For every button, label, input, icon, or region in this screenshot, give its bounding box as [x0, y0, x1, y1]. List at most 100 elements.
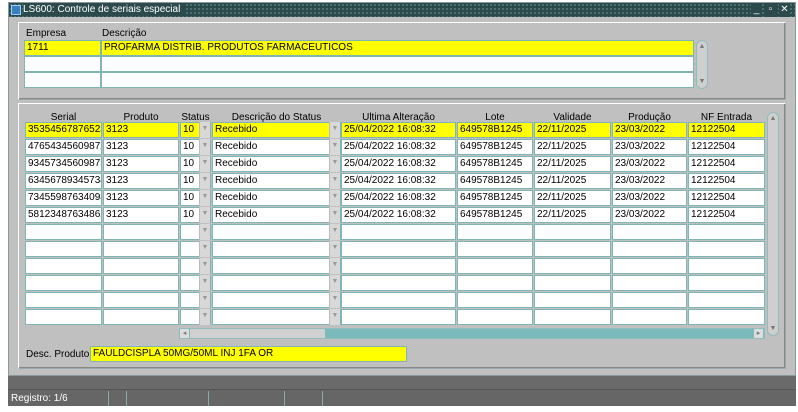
- grid-vertical-scrollbar[interactable]: ▲ ▼: [767, 112, 779, 336]
- ultima-alteracao-cell[interactable]: [341, 224, 456, 240]
- lote-cell[interactable]: 649578B1245: [457, 122, 533, 138]
- producao-cell[interactable]: [612, 241, 687, 257]
- validade-cell[interactable]: 22/11/2025: [534, 156, 611, 172]
- produto-cell[interactable]: [103, 292, 179, 308]
- descricao-status-cell[interactable]: Recebido: [212, 156, 341, 172]
- empresa-field[interactable]: 1711: [24, 40, 101, 56]
- nf-entrada-cell[interactable]: [688, 224, 765, 240]
- chevron-down-icon[interactable]: ▼: [199, 190, 210, 206]
- descricao-status-cell[interactable]: [212, 292, 341, 308]
- producao-cell[interactable]: [612, 292, 687, 308]
- producao-cell[interactable]: 23/03/2022: [612, 190, 687, 206]
- produto-cell[interactable]: [103, 241, 179, 257]
- descricao-status-cell[interactable]: Recebido: [212, 207, 341, 223]
- chevron-down-icon[interactable]: ▼: [329, 258, 340, 274]
- lote-cell[interactable]: [457, 241, 533, 257]
- chevron-down-icon[interactable]: ▼: [329, 139, 340, 155]
- producao-cell[interactable]: 23/03/2022: [612, 207, 687, 223]
- nf-entrada-cell[interactable]: 12122504: [688, 139, 765, 155]
- chevron-down-icon[interactable]: ▼: [199, 258, 210, 274]
- validade-cell[interactable]: 22/11/2025: [534, 190, 611, 206]
- header-vertical-scrollbar[interactable]: ▲ ▼: [696, 40, 708, 89]
- descricao-status-cell[interactable]: Recebido: [212, 122, 341, 138]
- chevron-down-icon[interactable]: ▼: [199, 241, 210, 257]
- lote-cell[interactable]: 649578B1245: [457, 190, 533, 206]
- lote-cell[interactable]: 649578B1245: [457, 173, 533, 189]
- descricao-field[interactable]: [101, 72, 694, 88]
- nf-entrada-cell[interactable]: 12122504: [688, 207, 765, 223]
- produto-cell[interactable]: 3123: [103, 190, 179, 206]
- chevron-down-icon[interactable]: ▼: [199, 139, 210, 155]
- validade-cell[interactable]: [534, 275, 611, 291]
- nf-entrada-cell[interactable]: [688, 292, 765, 308]
- produto-cell[interactable]: [103, 258, 179, 274]
- producao-cell[interactable]: [612, 275, 687, 291]
- produto-cell[interactable]: 3123: [103, 156, 179, 172]
- ultima-alteracao-cell[interactable]: 25/04/2022 16:08:32: [341, 173, 456, 189]
- minimize-icon[interactable]: _: [751, 3, 762, 17]
- producao-cell[interactable]: 23/03/2022: [612, 173, 687, 189]
- serial-cell[interactable]: 73455987634098: [25, 190, 102, 206]
- chevron-down-icon[interactable]: ▼: [329, 309, 340, 325]
- validade-cell[interactable]: [534, 309, 611, 325]
- descricao-status-cell[interactable]: [212, 224, 341, 240]
- chevron-down-icon[interactable]: ▼: [329, 122, 340, 138]
- descricao-field[interactable]: [101, 56, 694, 72]
- nf-entrada-cell[interactable]: 12122504: [688, 122, 765, 138]
- chevron-down-icon[interactable]: ▼: [329, 190, 340, 206]
- chevron-down-icon[interactable]: ▼: [199, 292, 210, 308]
- nf-entrada-cell[interactable]: [688, 258, 765, 274]
- producao-cell[interactable]: 23/03/2022: [612, 156, 687, 172]
- scroll-down-icon[interactable]: ▼: [768, 324, 778, 334]
- ultima-alteracao-cell[interactable]: [341, 292, 456, 308]
- producao-cell[interactable]: [612, 258, 687, 274]
- empresa-field[interactable]: [24, 72, 101, 88]
- chevron-down-icon[interactable]: ▼: [329, 156, 340, 172]
- lote-cell[interactable]: 649578B1245: [457, 207, 533, 223]
- descricao-status-cell[interactable]: Recebido: [212, 139, 341, 155]
- serial-cell[interactable]: 93457345609875: [25, 156, 102, 172]
- lote-cell[interactable]: 649578B1245: [457, 139, 533, 155]
- validade-cell[interactable]: 22/11/2025: [534, 122, 611, 138]
- nf-entrada-cell[interactable]: 12122504: [688, 173, 765, 189]
- nf-entrada-cell[interactable]: [688, 309, 765, 325]
- serial-cell[interactable]: [25, 258, 102, 274]
- descricao-status-cell[interactable]: [212, 258, 341, 274]
- chevron-down-icon[interactable]: ▼: [329, 241, 340, 257]
- ultima-alteracao-cell[interactable]: [341, 275, 456, 291]
- ultima-alteracao-cell[interactable]: 25/04/2022 16:08:32: [341, 207, 456, 223]
- descricao-status-cell[interactable]: Recebido: [212, 173, 341, 189]
- validade-cell[interactable]: [534, 224, 611, 240]
- ultima-alteracao-cell[interactable]: 25/04/2022 16:08:32: [341, 139, 456, 155]
- producao-cell[interactable]: 23/03/2022: [612, 122, 687, 138]
- chevron-down-icon[interactable]: ▼: [199, 156, 210, 172]
- ultima-alteracao-cell[interactable]: 25/04/2022 16:08:32: [341, 190, 456, 206]
- lote-cell[interactable]: 649578B1245: [457, 156, 533, 172]
- chevron-down-icon[interactable]: ▼: [329, 292, 340, 308]
- scroll-left-icon[interactable]: ◂: [180, 329, 189, 338]
- lote-cell[interactable]: [457, 292, 533, 308]
- validade-cell[interactable]: 22/11/2025: [534, 173, 611, 189]
- produto-cell[interactable]: [103, 224, 179, 240]
- scroll-up-icon[interactable]: ▲: [697, 42, 707, 52]
- produto-cell[interactable]: 3123: [103, 207, 179, 223]
- ultima-alteracao-cell[interactable]: [341, 309, 456, 325]
- scroll-right-icon[interactable]: ▸: [754, 329, 763, 338]
- descricao-status-cell[interactable]: [212, 309, 341, 325]
- nf-entrada-cell[interactable]: [688, 275, 765, 291]
- serial-cell[interactable]: [25, 224, 102, 240]
- descricao-field[interactable]: PROFARMA DISTRIB. PRODUTOS FARMACEUTICOS: [101, 40, 694, 56]
- descricao-status-cell[interactable]: Recebido: [212, 190, 341, 206]
- nf-entrada-cell[interactable]: 12122504: [688, 190, 765, 206]
- validade-cell[interactable]: 22/11/2025: [534, 207, 611, 223]
- ultima-alteracao-cell[interactable]: [341, 258, 456, 274]
- serial-cell[interactable]: 58123487634862: [25, 207, 102, 223]
- producao-cell[interactable]: 23/03/2022: [612, 139, 687, 155]
- validade-cell[interactable]: [534, 258, 611, 274]
- empresa-field[interactable]: [24, 56, 101, 72]
- chevron-down-icon[interactable]: ▼: [199, 207, 210, 223]
- ultima-alteracao-cell[interactable]: 25/04/2022 16:08:32: [341, 156, 456, 172]
- produto-cell[interactable]: 3123: [103, 122, 179, 138]
- serial-cell[interactable]: 35354567876523: [25, 122, 102, 138]
- scroll-down-icon[interactable]: ▼: [697, 77, 707, 87]
